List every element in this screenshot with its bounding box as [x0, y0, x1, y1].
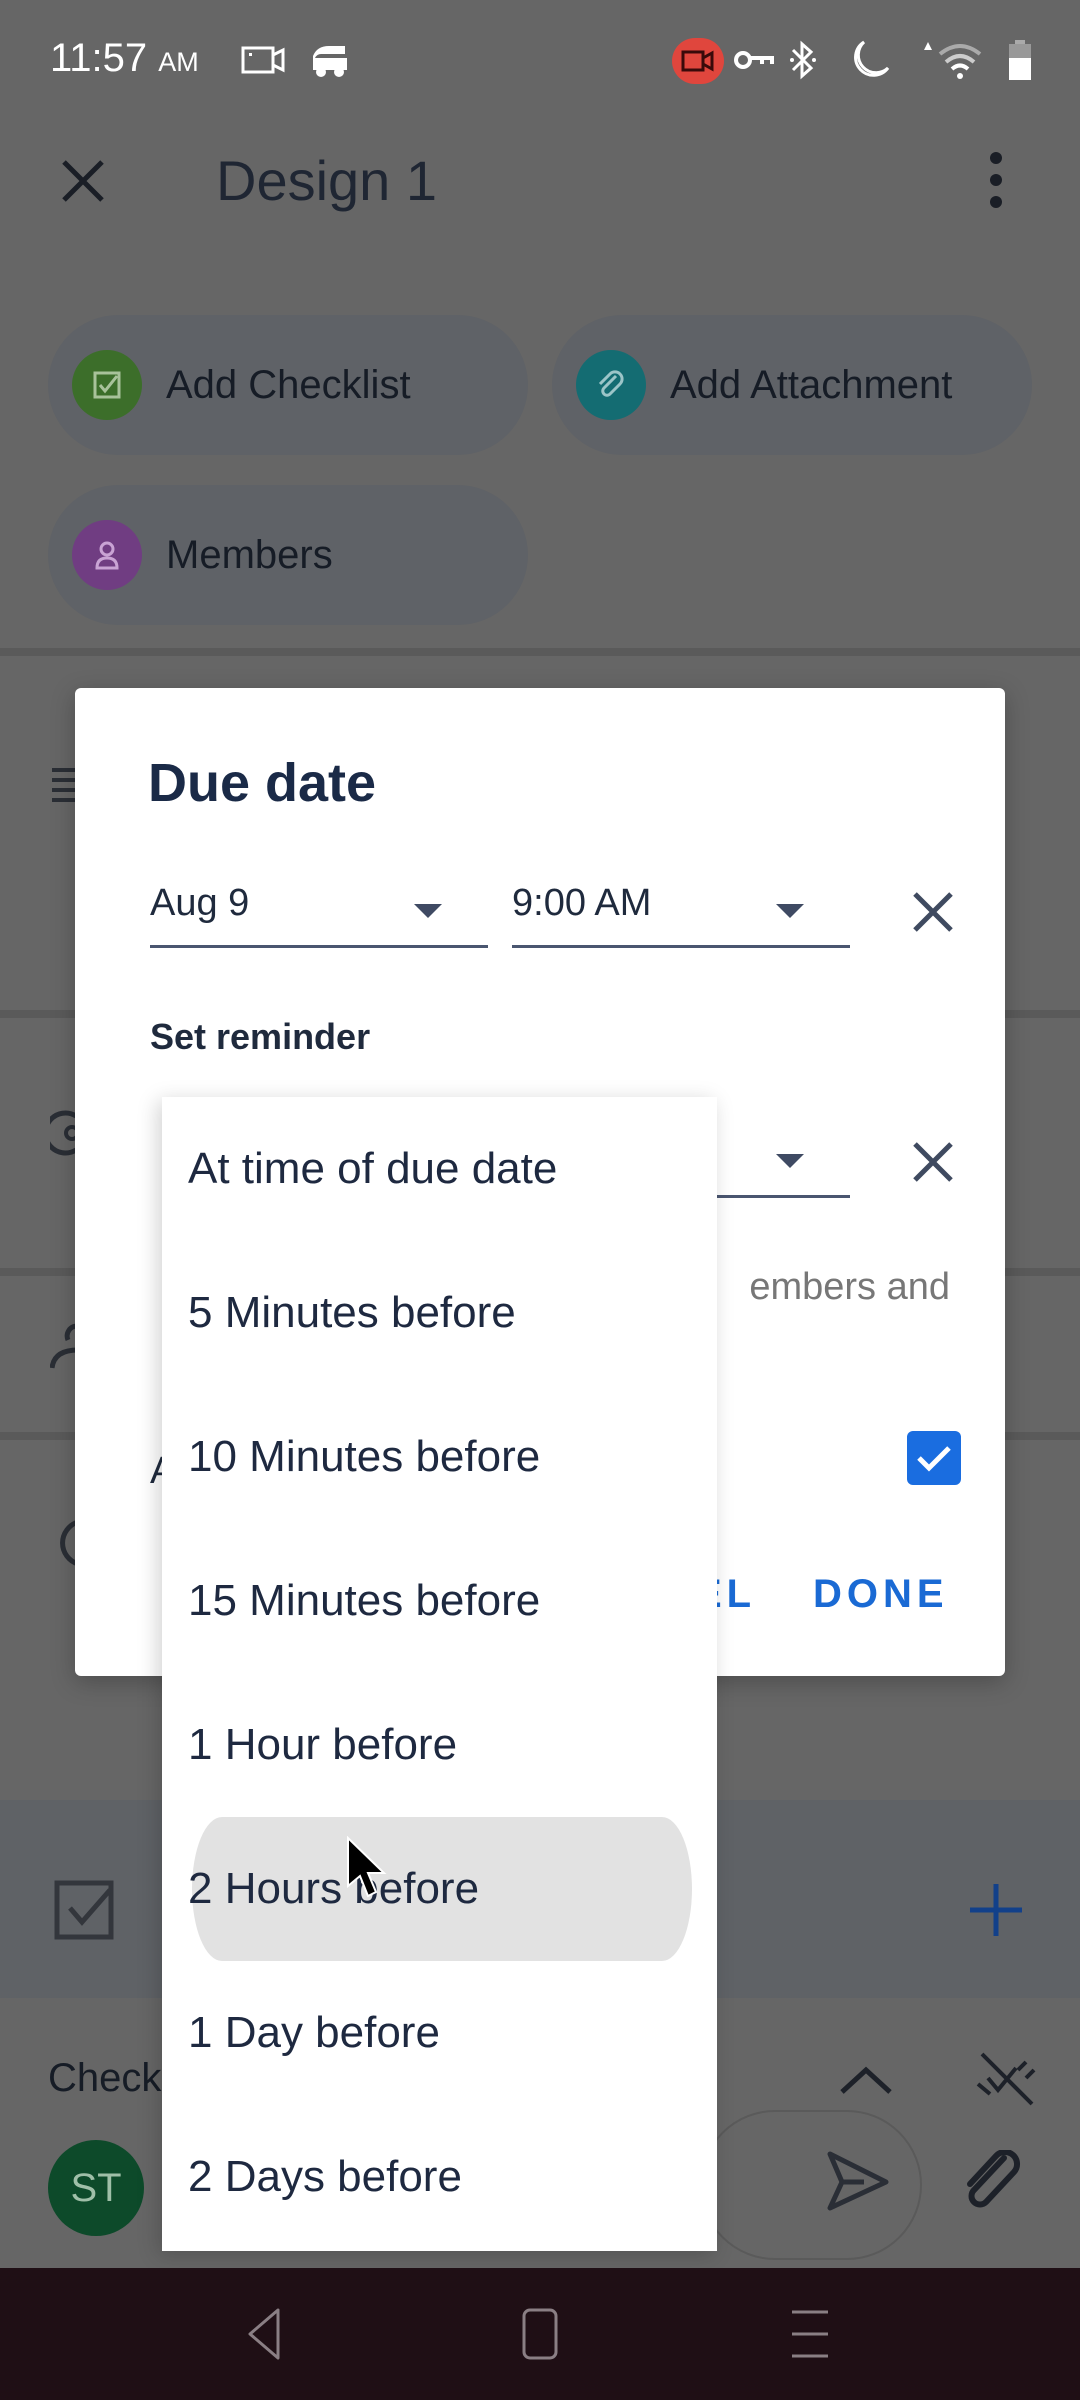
due-date-clock-icon — [50, 1518, 79, 1573]
reminder-options-menu: At time of due date 5 Minutes before 10 … — [162, 1097, 717, 2251]
add-attachment-chip[interactable]: Add Attachment — [552, 315, 1032, 455]
chevron-up-icon[interactable] — [838, 2064, 894, 2101]
dropdown-arrow-icon — [776, 1154, 804, 1168]
attachment-clip-icon[interactable] — [964, 2148, 1024, 2219]
menu-item[interactable]: 5 Minutes before — [162, 1241, 717, 1385]
car-icon — [306, 40, 352, 80]
recording-indicator-icon — [672, 38, 724, 84]
add-checklist-plus-icon[interactable] — [966, 1880, 1026, 1945]
status-bar: 11:57 AM — [0, 0, 1080, 124]
wifi-icon — [920, 40, 990, 80]
app-bar: Design 1 — [0, 124, 1080, 234]
person-icon — [72, 520, 142, 590]
menu-item[interactable]: At time of due date — [162, 1097, 717, 1241]
system-nav-bar — [0, 2268, 1080, 2400]
menu-item[interactable]: 1 Hour before — [162, 1673, 717, 1817]
menu-item[interactable]: 1 Day before — [162, 1961, 717, 2105]
send-icon[interactable] — [824, 2148, 890, 2219]
add-checklist-label: Add Checklist — [166, 362, 411, 407]
menu-item[interactable]: 15 Minutes before — [162, 1529, 717, 1673]
hide-checked-icon[interactable] — [974, 2050, 1038, 2111]
screen-record-icon — [240, 40, 286, 80]
card-title: Design 1 — [216, 149, 438, 212]
members-label: Members — [166, 532, 333, 577]
battery-icon — [1006, 40, 1034, 80]
dropdown-arrow-icon — [414, 904, 442, 918]
bluetooth-icon — [788, 40, 818, 80]
home-icon[interactable] — [510, 2306, 570, 2362]
date-value: Aug 9 — [150, 882, 250, 924]
close-icon[interactable] — [58, 156, 108, 206]
date-select[interactable]: Aug 9 — [150, 868, 488, 948]
time-select[interactable]: 9:00 AM — [512, 868, 850, 948]
watch-icon — [43, 1108, 80, 1163]
clear-due-date-icon[interactable] — [909, 888, 957, 936]
menu-item-hovered[interactable]: 2 Hours before — [162, 1817, 717, 1961]
done-button[interactable]: DONE — [813, 1572, 949, 1617]
section-label: Check — [48, 2056, 162, 2100]
set-reminder-label: Set reminder — [150, 1016, 371, 1057]
members-icon — [49, 1322, 79, 1377]
divider — [0, 648, 1080, 656]
vpn-key-icon — [734, 40, 774, 80]
recents-menu-icon[interactable] — [780, 2306, 840, 2362]
back-icon[interactable] — [238, 2306, 298, 2362]
add-checklist-chip[interactable]: Add Checklist — [48, 315, 528, 455]
clear-reminder-icon[interactable] — [909, 1138, 957, 1186]
mouse-pointer-icon — [346, 1835, 394, 1902]
members-chip[interactable]: Members — [48, 485, 528, 625]
attachment-icon — [576, 350, 646, 420]
time-value: 9:00 AM — [512, 882, 652, 924]
notify-checkbox[interactable] — [907, 1431, 961, 1485]
more-vert-icon[interactable] — [976, 150, 1016, 210]
status-time: 11:57 AM — [50, 36, 199, 80]
dialog-title: Due date — [148, 753, 377, 813]
description-icon — [50, 766, 78, 811]
menu-item[interactable]: 2 Days before — [162, 2105, 717, 2249]
checklist-icon — [72, 350, 142, 420]
dropdown-arrow-icon — [776, 904, 804, 918]
avatar: ST — [48, 2140, 144, 2236]
checklist-box-icon — [54, 1880, 114, 1945]
add-attachment-label: Add Attachment — [670, 362, 953, 407]
do-not-disturb-moon-icon — [848, 40, 892, 80]
menu-item[interactable]: 10 Minutes before — [162, 1385, 717, 1529]
